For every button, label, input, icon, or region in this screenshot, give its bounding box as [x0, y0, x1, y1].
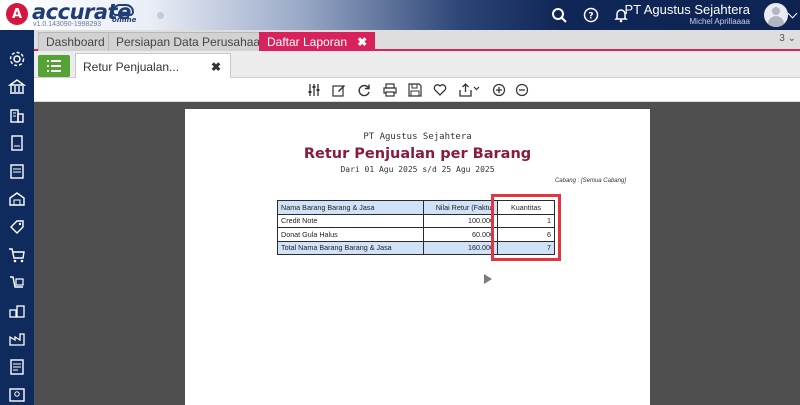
total-label: Total Nama Barang Barang & Jasa [277, 240, 424, 255]
quantity-highlight-box [491, 194, 561, 261]
brand-sub: online [112, 16, 137, 24]
tab-dashboard[interactable]: Dashboard [38, 32, 113, 51]
favorite-icon[interactable] [432, 82, 448, 98]
print-icon[interactable] [382, 82, 398, 98]
top-header: A accurate online v1.0.143090-1998293 ? … [0, 0, 800, 30]
gear-icon[interactable] [8, 50, 26, 68]
item-name: Donat Gula Halus [277, 227, 424, 242]
chevron-down-icon[interactable] [787, 8, 798, 19]
list-button[interactable] [38, 55, 70, 77]
column-header: Nama Barang Barang & Jasa [277, 200, 424, 215]
box-icon[interactable] [8, 190, 26, 208]
item-name: Credit Note [277, 213, 424, 228]
bank-icon[interactable] [8, 78, 26, 96]
mouse-cursor-icon [484, 274, 492, 284]
report-period: Dari 01 Agu 2025 s/d 25 Agu 2025 [340, 165, 495, 174]
tab-label: Daftar Laporan [267, 35, 348, 49]
logo-badge: A [6, 3, 28, 25]
company-name: PT Agustus Sejahtera [624, 2, 750, 17]
zoom-out-icon[interactable] [514, 82, 530, 98]
contact-icon[interactable] [8, 386, 26, 404]
report-branch: Cabang : [Semua Cabang] [554, 178, 626, 184]
tab-label: Retur Penjualan... [83, 59, 180, 74]
refresh-icon[interactable] [356, 82, 372, 98]
close-icon[interactable]: ✖ [211, 60, 221, 74]
avatar[interactable] [764, 3, 788, 27]
logo[interactable]: A [6, 3, 28, 25]
building-icon[interactable] [8, 106, 26, 124]
factory-icon[interactable] [8, 330, 26, 348]
tab-count[interactable]: 3 ⌄ [779, 33, 796, 44]
search-icon[interactable] [550, 6, 568, 24]
user-name: Michel Aprillaaaa [689, 17, 750, 26]
total-value: 160.000 [423, 240, 498, 255]
save-icon[interactable] [407, 82, 423, 98]
filter-icon[interactable] [306, 82, 322, 98]
report-title: Retur Penjualan per Barang [303, 146, 532, 162]
column-header: Nilai Retur (Faktur [423, 200, 498, 215]
app-version: v1.0.143090-1998293 [33, 21, 102, 28]
svg-text:?: ? [588, 12, 593, 22]
report-icon[interactable] [8, 358, 26, 376]
list-icon [47, 60, 61, 72]
book-icon[interactable] [8, 134, 26, 152]
report-page: PT Agustus Sejahtera Retur Penjualan per… [185, 109, 650, 405]
tab-label: Dashboard [46, 35, 105, 49]
zoom-in-icon[interactable] [491, 82, 507, 98]
tag-icon[interactable] [8, 218, 26, 236]
cart-icon[interactable] [8, 246, 26, 264]
status-dot [157, 12, 164, 19]
inventory-icon[interactable] [8, 302, 26, 320]
tab-label: Persiapan Data Perusahaan [116, 35, 267, 49]
sidebar [0, 30, 34, 405]
report-toolbar [34, 78, 800, 102]
ledger-icon[interactable] [8, 162, 26, 180]
report-viewer[interactable]: PT Agustus Sejahtera Retur Penjualan per… [34, 102, 800, 405]
return-value: 100.000 [423, 213, 498, 228]
tab-daftar-laporan[interactable]: Daftar Laporan ✖ [259, 32, 376, 51]
report-company: PT Agustus Sejahtera [363, 132, 472, 142]
tab-retur-penjualan[interactable]: Retur Penjualan... ✖ [75, 53, 231, 79]
module-tabbar: Dashboard Persiapan Data Perusahaan Daft… [34, 30, 800, 51]
return-value: 60.000 [423, 227, 498, 242]
report-subtabs: Retur Penjualan... ✖ [34, 51, 800, 79]
close-icon[interactable]: ✖ [357, 35, 367, 49]
tab-persiapan-data[interactable]: Persiapan Data Perusahaan [108, 32, 275, 51]
help-icon[interactable]: ? [582, 6, 600, 24]
cloud-icon [112, 4, 134, 16]
edit-icon[interactable] [331, 82, 347, 98]
export-icon[interactable] [458, 82, 482, 98]
purchase-icon[interactable] [8, 274, 26, 292]
